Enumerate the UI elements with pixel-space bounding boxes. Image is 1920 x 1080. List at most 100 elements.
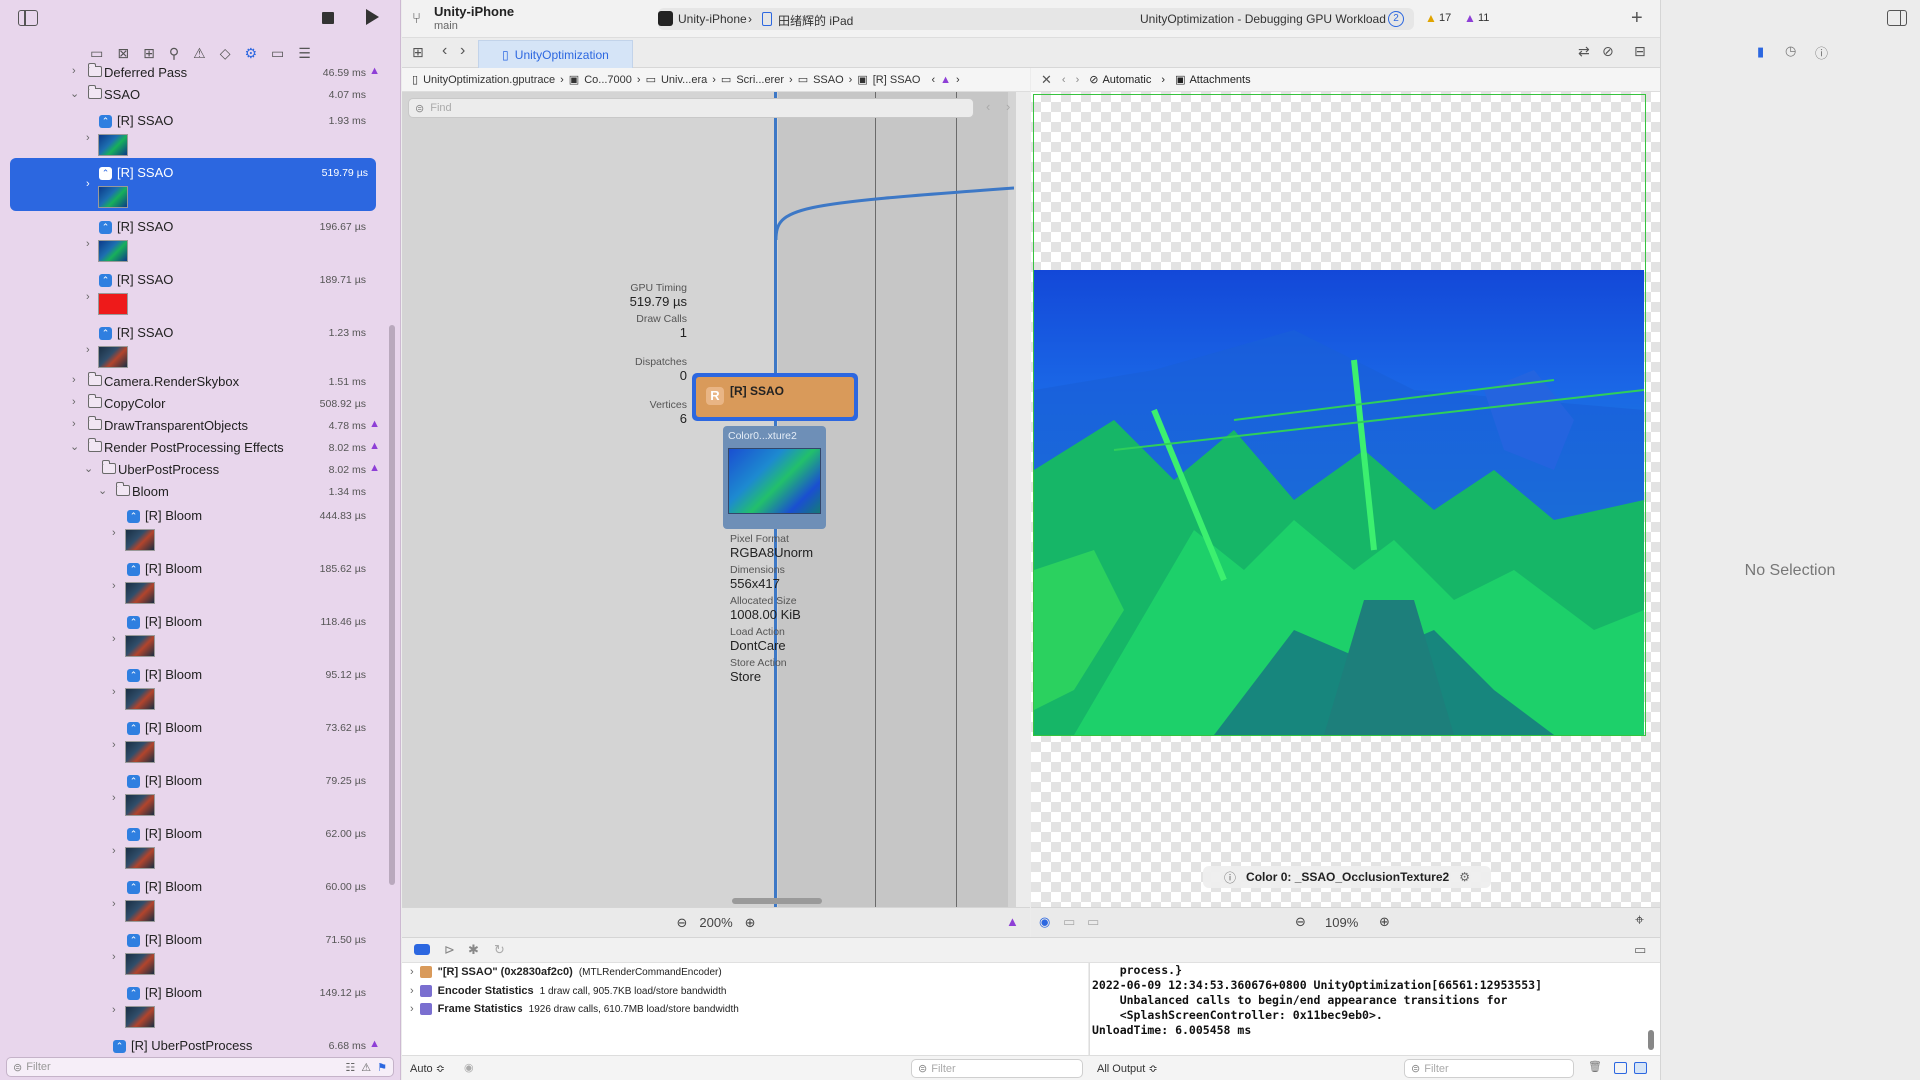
tree-row-encoder[interactable]: ⌃ [R] SSAO 1.23 ms ›: [0, 322, 392, 372]
automatic-label[interactable]: Automatic: [1102, 74, 1151, 86]
attachment-thumbnail[interactable]: [98, 240, 128, 262]
chevron-right-icon[interactable]: ›: [410, 985, 414, 997]
chevron-left-icon[interactable]: ‹: [931, 74, 935, 86]
info-icon[interactable]: ⓘ: [1224, 869, 1236, 886]
breadcrumb-item[interactable]: UnityOptimization.gputrace: [423, 74, 555, 86]
tree-row-encoder-selected[interactable]: ⌃ [R] SSAO 519.79 µs ›: [10, 158, 376, 211]
chevron-right-icon[interactable]: ›: [112, 898, 116, 910]
report-icon[interactable]: ☰: [298, 45, 311, 62]
tree-row-group[interactable]: ⌄ UberPostProcess 8.02 ms ▲: [0, 459, 392, 481]
forward-icon[interactable]: ›: [1076, 74, 1080, 86]
attachment-thumbnail[interactable]: [125, 953, 155, 975]
attachment-thumbnail[interactable]: [98, 293, 128, 315]
chevron-down-icon[interactable]: ⌄: [70, 87, 79, 100]
tree-row-encoder[interactable]: ⌃ [R] Bloom 62.00 µs ›: [0, 823, 392, 873]
flag-icon[interactable]: ⚑: [377, 1061, 387, 1074]
attachment-thumbnail[interactable]: [125, 847, 155, 869]
chevron-down-icon[interactable]: ⌄: [98, 484, 107, 497]
file-inspector-icon[interactable]: ▮: [1757, 44, 1764, 60]
sidebar-scrollbar[interactable]: [389, 325, 395, 885]
folder-icon[interactable]: ▭: [90, 45, 103, 62]
ssao-texture-image[interactable]: [1034, 270, 1644, 735]
encoder-node[interactable]: R [R] SSAO: [692, 373, 858, 421]
breadcrumb-item[interactable]: Univ...era: [661, 74, 707, 86]
attachment-thumbnail[interactable]: [125, 794, 155, 816]
breadcrumb-item[interactable]: [R] SSAO: [873, 74, 921, 86]
console-filter-field[interactable]: ⊜ Filter: [1404, 1059, 1574, 1078]
device-name[interactable]: 田绪辉的 iPad: [778, 12, 853, 29]
tree-row-group[interactable]: ⌄ SSAO 4.07 ms: [0, 84, 392, 106]
back-icon[interactable]: ‹: [442, 42, 447, 60]
tree-row-group[interactable]: › CopyColor 508.92 µs: [0, 393, 392, 415]
sidebar-toggle-icon[interactable]: [18, 10, 38, 26]
tree-row-encoder[interactable]: ⌃ [R] Bloom 118.46 µs ›: [0, 611, 392, 661]
test-icon[interactable]: ◇: [220, 45, 231, 62]
attachment-thumbnail[interactable]: [125, 688, 155, 710]
attachment-thumbnail[interactable]: [98, 134, 128, 156]
graph-scrollbar-h[interactable]: [732, 898, 822, 904]
grid-icon[interactable]: ⊞: [412, 44, 424, 61]
tree-row-encoder[interactable]: ⌃ [R] Bloom 185.62 µs ›: [0, 558, 392, 608]
review-icon[interactable]: ⊘: [1602, 43, 1614, 60]
hide-debug-icon[interactable]: ▭: [1634, 942, 1646, 958]
channels-icon[interactable]: ▭: [1087, 914, 1099, 930]
chevron-right-icon[interactable]: ›: [86, 291, 90, 303]
find-next-icon[interactable]: ›: [1006, 99, 1010, 114]
eye-icon[interactable]: ◉: [464, 1061, 474, 1074]
zoom-out-icon[interactable]: ⊖: [1295, 914, 1306, 930]
chevron-right-icon[interactable]: ›: [72, 418, 76, 430]
status-badge[interactable]: 2: [1388, 11, 1404, 27]
chevron-right-icon[interactable]: ›: [956, 74, 960, 86]
attachment-thumbnail[interactable]: [125, 635, 155, 657]
sidebar-filter-field[interactable]: ⊜ Filter ☷ ⚠ ⚑: [6, 1057, 394, 1077]
attachment-thumbnail[interactable]: [125, 900, 155, 922]
tree-row-encoder[interactable]: ⌃ [R] Bloom 71.50 µs ›: [0, 929, 392, 979]
chevron-right-icon[interactable]: ›: [86, 132, 90, 144]
attachment-thumbnail[interactable]: [125, 741, 155, 763]
forward-icon[interactable]: ›: [460, 42, 465, 60]
ruler-icon[interactable]: ▭: [1063, 914, 1075, 930]
chevron-down-icon[interactable]: ⌄: [84, 462, 93, 475]
tab-unityoptimization[interactable]: ▯ UnityOptimization: [478, 40, 633, 68]
variable-row[interactable]: › "[R] SSAO" (0x2830af2c0) (MTLRenderCom…: [410, 966, 722, 978]
variable-row[interactable]: › Encoder Statistics 1 draw call, 905.7K…: [410, 985, 726, 997]
zoom-in-icon[interactable]: ⊕: [1379, 914, 1390, 930]
attachment-thumbnail[interactable]: [98, 186, 128, 208]
chevron-right-icon[interactable]: ›: [112, 686, 116, 698]
symbol-icon[interactable]: ⊞: [143, 45, 155, 62]
issue-icon[interactable]: ▲: [1006, 914, 1019, 929]
output-select[interactable]: All Output ≎: [1097, 1062, 1158, 1075]
chevron-right-icon[interactable]: ›: [86, 344, 90, 356]
tree-row-encoder[interactable]: ⌃ [R] Bloom 95.12 µs ›: [0, 664, 392, 714]
reload-icon[interactable]: ↻: [494, 942, 505, 958]
find-icon[interactable]: ⚲: [169, 45, 179, 62]
target-icon[interactable]: ⌖: [1635, 912, 1644, 930]
tree-row-group[interactable]: › Deferred Pass 46.59 ms ▲: [0, 62, 392, 84]
refresh-icon[interactable]: ⇄: [1578, 43, 1590, 60]
chevron-right-icon[interactable]: ›: [72, 65, 76, 77]
tree-row-encoder[interactable]: ⌃ [R] Bloom 79.25 µs ›: [0, 770, 392, 820]
chevron-right-icon[interactable]: ›: [72, 396, 76, 408]
attachment-thumbnail[interactable]: [125, 529, 155, 551]
tree-row-encoder[interactable]: ⌃ [R] SSAO 189.71 µs ›: [0, 269, 392, 319]
tree-row-encoder[interactable]: ⌃ [R] Bloom 73.62 µs ›: [0, 717, 392, 767]
attachment-thumbnail[interactable]: [125, 1006, 155, 1028]
split-editor-icon[interactable]: ⊟: [1634, 43, 1646, 60]
add-icon[interactable]: +: [1631, 7, 1643, 30]
chevron-right-icon[interactable]: ›: [112, 845, 116, 857]
run-icon[interactable]: [366, 9, 379, 25]
breadcrumb-item[interactable]: Co...7000: [584, 74, 632, 86]
gear-icon[interactable]: ⚙: [1459, 870, 1470, 884]
chevron-right-icon[interactable]: ›: [410, 1003, 414, 1015]
chevron-right-icon[interactable]: ›: [72, 374, 76, 386]
issue-count[interactable]: 11: [1478, 12, 1489, 24]
chevron-right-icon[interactable]: ›: [112, 1004, 116, 1016]
tree-row-group[interactable]: ⌄ Render PostProcessing Effects 8.02 ms …: [0, 437, 392, 459]
breadcrumb-item[interactable]: SSAO: [813, 74, 844, 86]
tree-row-encoder[interactable]: ⌃ [R] UberPostProcess 6.68 ms ▲: [0, 1035, 392, 1054]
tree-row-group[interactable]: › Camera.RenderSkybox 1.51 ms: [0, 371, 392, 393]
chevron-right-icon[interactable]: ›: [112, 951, 116, 963]
console-view-toggle-icon[interactable]: [1634, 1062, 1647, 1074]
console-scrollbar[interactable]: [1648, 1030, 1654, 1050]
source-control-icon[interactable]: ⊠: [117, 45, 129, 62]
